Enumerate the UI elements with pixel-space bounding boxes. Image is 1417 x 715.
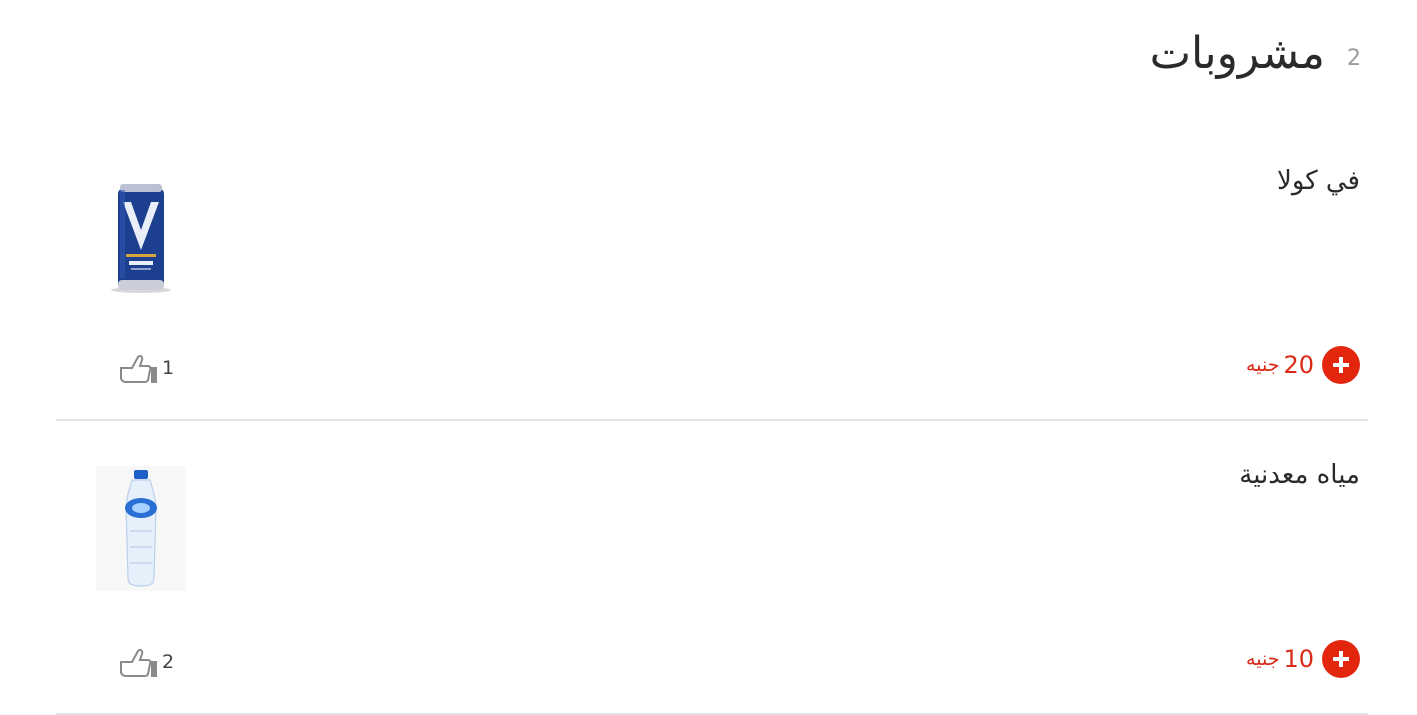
item-name[interactable]: في كولا bbox=[1277, 166, 1360, 196]
section-item-count: 2 bbox=[1347, 45, 1361, 71]
section-title: مشروبات bbox=[1149, 28, 1325, 79]
price-currency: جنيه bbox=[1246, 353, 1280, 376]
menu-page: مشروبات 2 في كولا جنيه 20 1 مياه معدنية … bbox=[0, 0, 1417, 715]
section-header: مشروبات 2 bbox=[1150, 28, 1361, 81]
thumbs-up-icon[interactable] bbox=[118, 646, 158, 678]
add-to-cart-button[interactable] bbox=[1322, 346, 1360, 384]
add-to-cart-button[interactable] bbox=[1322, 640, 1360, 678]
menu-item[interactable]: في كولا جنيه 20 1 bbox=[56, 124, 1368, 421]
price-row: جنيه 20 bbox=[1246, 346, 1360, 384]
like-count: 1 bbox=[162, 357, 175, 379]
price-amount: 10 bbox=[1283, 645, 1314, 673]
menu-item[interactable]: مياه معدنية جنيه 10 2 bbox=[56, 418, 1368, 715]
item-name[interactable]: مياه معدنية bbox=[1239, 460, 1360, 490]
plus-icon bbox=[1333, 651, 1349, 667]
cola-can-image[interactable] bbox=[96, 172, 186, 297]
price-row: جنيه 10 bbox=[1246, 640, 1360, 678]
thumbs-up-icon[interactable] bbox=[118, 352, 158, 384]
plus-icon bbox=[1333, 357, 1349, 373]
price-amount: 20 bbox=[1283, 351, 1314, 379]
like-row[interactable]: 2 bbox=[118, 646, 174, 678]
like-count: 2 bbox=[162, 651, 175, 673]
price-currency: جنيه bbox=[1246, 647, 1280, 670]
water-bottle-image[interactable] bbox=[96, 466, 186, 591]
like-row[interactable]: 1 bbox=[118, 352, 174, 384]
